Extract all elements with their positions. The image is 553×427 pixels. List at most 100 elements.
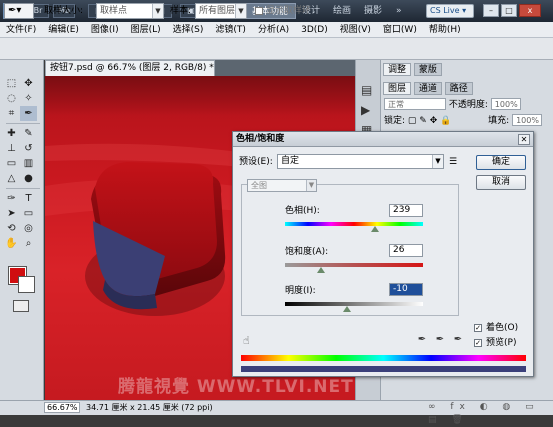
menu-filter[interactable]: 滤镜(T)	[209, 22, 252, 38]
tools-panel: ⬚ ✥ ◌ ✧ ⌗ ✒ ✚ ✎ ⊥ ↺ ▭ ▥ △ ● ✑ T ➤ ▭ ⟲ ◎ …	[0, 60, 44, 400]
dodge-tool-icon[interactable]: ●	[20, 171, 37, 186]
zoom-field[interactable]: 66.67%	[44, 402, 80, 413]
tab-bar-background	[215, 60, 355, 76]
crop-tool-icon[interactable]: ⌗	[3, 106, 20, 121]
layer-panel-footer-icons[interactable]: ∞ fx ◐ ◍ ▭ ▤ 🗑	[428, 401, 553, 427]
maximize-button[interactable]: □	[501, 4, 517, 17]
eyedropper-tool-icon[interactable]: ✒	[20, 106, 37, 121]
colorize-label: 着色(O)	[486, 323, 519, 333]
opacity-label: 不透明度:	[448, 100, 488, 110]
eraser-tool-icon[interactable]: ▭	[3, 156, 20, 171]
lightness-slider-track[interactable]	[285, 302, 423, 306]
workspace-painting[interactable]: 绘画	[333, 3, 351, 19]
menu-layer[interactable]: 图层(L)	[125, 22, 167, 38]
menu-file[interactable]: 文件(F)	[0, 22, 42, 38]
colorize-checkbox[interactable]: ✓	[474, 324, 482, 332]
fill-label: 填充:	[488, 116, 510, 126]
workspace-more-button[interactable]: »	[396, 3, 410, 19]
document-size: 34.71 厘米 x 21.45 厘米 (72 ppi)	[86, 403, 213, 412]
cs-live-button[interactable]: CS Live ▾	[426, 4, 474, 18]
menu-edit[interactable]: 编辑(E)	[42, 22, 85, 38]
close-icon[interactable]: ✕	[518, 134, 530, 145]
background-color-swatch[interactable]	[18, 276, 35, 293]
hue-slider-track[interactable]	[285, 222, 423, 226]
canvas-shadow-overlay	[45, 76, 355, 116]
sample-size-label: 取样大小:	[44, 6, 84, 16]
saturation-slider-thumb[interactable]	[317, 267, 325, 273]
3d-orbit-tool-icon[interactable]: ◎	[20, 221, 37, 236]
brush-tool-icon[interactable]: ✎	[20, 126, 37, 141]
quick-mask-button[interactable]	[13, 300, 29, 312]
channel-select[interactable]: 全图 ▼	[247, 179, 317, 192]
menu-analysis[interactable]: 分析(A)	[252, 22, 295, 38]
opacity-field[interactable]: 100%	[490, 98, 521, 110]
preset-value: 自定	[281, 156, 300, 166]
cancel-button[interactable]: 取消	[476, 175, 526, 190]
menu-3d[interactable]: 3D(D)	[295, 22, 334, 38]
on-image-adjust-icon[interactable]: ☝	[243, 334, 250, 347]
minimize-button[interactable]: –	[483, 4, 499, 17]
menu-window[interactable]: 窗口(W)	[377, 22, 423, 38]
saturation-field[interactable]: 26	[389, 244, 423, 257]
clone-stamp-tool-icon[interactable]: ⊥	[3, 141, 20, 156]
pen-tool-icon[interactable]: ✑	[3, 191, 20, 206]
gradient-tool-icon[interactable]: ▥	[20, 156, 37, 171]
shape-tool-icon[interactable]: ▭	[20, 206, 37, 221]
show-sampling-ring-checkbox[interactable]	[255, 7, 263, 15]
preview-checkbox[interactable]: ✓	[474, 339, 482, 347]
lock-icons[interactable]: ▢ ✎ ✥ 🔒	[408, 116, 451, 126]
menu-select[interactable]: 选择(S)	[167, 22, 210, 38]
preset-label: 预设(E):	[239, 157, 273, 167]
zoom-tool-icon[interactable]: ⌕	[20, 236, 37, 251]
eyedropper-icon[interactable]: ✒	[415, 334, 429, 346]
close-window-button[interactable]: x	[519, 4, 541, 17]
saturation-slider-track[interactable]	[285, 263, 423, 267]
lightness-field[interactable]: -10	[389, 283, 423, 296]
tab-masks[interactable]: 蒙版	[413, 63, 442, 76]
fill-field[interactable]: 100%	[512, 114, 543, 126]
history-brush-tool-icon[interactable]: ↺	[20, 141, 37, 156]
spot-healing-tool-icon[interactable]: ✚	[3, 126, 20, 141]
lock-label: 锁定:	[384, 116, 406, 126]
workspace-photography[interactable]: 摄影	[364, 3, 382, 19]
sample-label: 样本:	[170, 6, 192, 16]
menu-view[interactable]: 视图(V)	[334, 22, 377, 38]
sample-size-value: 取样点	[100, 6, 128, 16]
eyedropper-tool-preset[interactable]: ✒▾	[4, 3, 34, 19]
ok-button[interactable]: 确定	[476, 155, 526, 170]
hue-field[interactable]: 239	[389, 204, 423, 217]
lightness-slider-thumb[interactable]	[343, 306, 351, 312]
hand-tool-icon[interactable]: ✋	[3, 236, 20, 251]
blend-mode-select[interactable]: 正常	[384, 98, 446, 110]
menu-image[interactable]: 图像(I)	[85, 22, 125, 38]
move-tool-icon[interactable]: ✥	[20, 76, 37, 91]
actions-panel-icon[interactable]: ▶	[361, 100, 380, 120]
eyedropper-plus-icon[interactable]: ✒	[433, 334, 447, 346]
3d-rotate-tool-icon[interactable]: ⟲	[3, 221, 20, 236]
chevron-down-icon: ▼	[235, 4, 246, 18]
type-tool-icon[interactable]: T	[20, 191, 37, 206]
quick-select-tool-icon[interactable]: ✧	[20, 91, 37, 106]
tab-adjustments[interactable]: 调整	[383, 63, 412, 76]
history-panel-icon[interactable]: ▤	[361, 80, 380, 100]
tab-paths[interactable]: 路径	[444, 82, 473, 95]
chevron-down-icon: ▼	[432, 155, 443, 168]
lasso-tool-icon[interactable]: ◌	[3, 91, 20, 106]
marquee-tool-icon[interactable]: ⬚	[3, 76, 20, 91]
preset-options-icon[interactable]: ☰	[449, 156, 457, 168]
sample-size-select[interactable]: 取样点 ▼	[96, 3, 164, 19]
watermark-text: 腾龍視覺 WWW.TLVI.NET	[118, 377, 354, 397]
sample-select[interactable]: 所有图层 ▼	[195, 3, 247, 19]
chevron-down-icon: ▼	[152, 4, 163, 18]
preset-select[interactable]: 自定 ▼	[277, 154, 444, 169]
hue-slider-thumb[interactable]	[371, 226, 379, 232]
hue-saturation-dialog: 色相/饱和度 ✕ 预设(E): 自定 ▼ ☰ 确定 取消 全图 ▼ 色相(H): 2…	[232, 131, 534, 377]
eyedropper-minus-icon[interactable]: ✒	[451, 334, 465, 346]
path-selection-tool-icon[interactable]: ➤	[3, 206, 20, 221]
blur-tool-icon[interactable]: △	[3, 171, 20, 186]
chevron-down-icon: ▼	[306, 180, 316, 191]
tab-channels[interactable]: 通道	[413, 82, 442, 95]
document-tab[interactable]: 按钮7.psd @ 66.7% (图层 2, RGB/8) *	[45, 60, 215, 76]
menu-help[interactable]: 帮助(H)	[423, 22, 467, 38]
tab-layers[interactable]: 图层	[383, 82, 412, 95]
